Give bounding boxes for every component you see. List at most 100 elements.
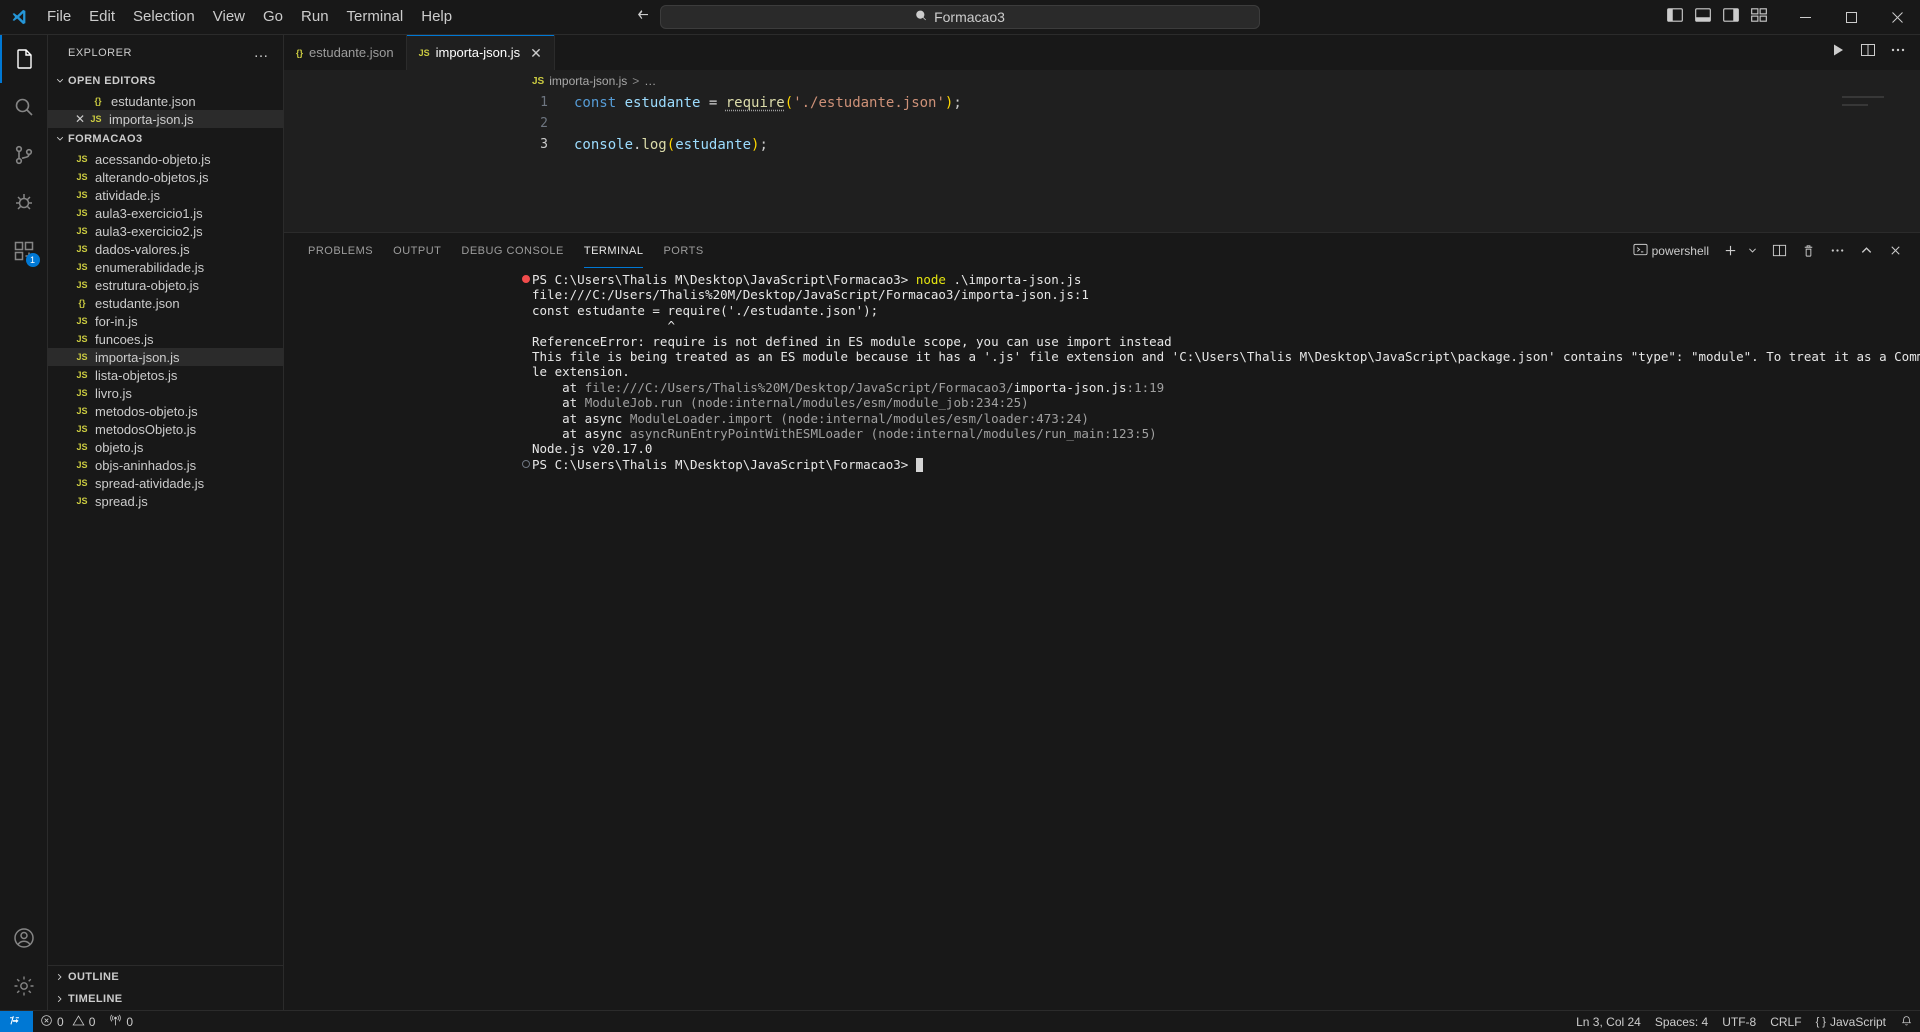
activity-item-extensions[interactable]: 1: [0, 227, 48, 275]
encoding-setting[interactable]: UTF-8: [1715, 1011, 1763, 1032]
navigate-back-icon[interactable]: [635, 7, 651, 28]
menu-run[interactable]: Run: [292, 4, 338, 30]
menu-go[interactable]: Go: [254, 4, 292, 30]
menu-edit[interactable]: Edit: [80, 4, 124, 30]
window-minimize-button[interactable]: [1782, 0, 1828, 35]
file-tree-item[interactable]: JS aula3-exercicio2.js: [48, 222, 283, 240]
problems-indicator[interactable]: 0 0: [33, 1011, 102, 1032]
activity-item-accounts[interactable]: [0, 914, 48, 962]
activity-item-run-and-debug[interactable]: [0, 179, 48, 227]
file-tree-item[interactable]: JS for-in.js: [48, 312, 283, 330]
sidebar-more-actions-icon[interactable]: …: [248, 44, 276, 61]
menu-file[interactable]: File: [38, 4, 80, 30]
terminal-shell-indicator[interactable]: powershell: [1628, 239, 1714, 263]
folder-label: FORMACAO3: [68, 133, 143, 145]
file-tree-item[interactable]: JS spread.js: [48, 492, 283, 510]
run-icon[interactable]: [1830, 42, 1846, 63]
section-timeline[interactable]: TIMELINE: [48, 988, 283, 1010]
code-line[interactable]: 1 const estudante = require('./estudante.…: [284, 92, 1920, 113]
ports-indicator[interactable]: 0: [102, 1011, 140, 1032]
cursor-position[interactable]: Ln 3, Col 24: [1569, 1011, 1648, 1032]
menu-help[interactable]: Help: [412, 4, 461, 30]
menu-terminal[interactable]: Terminal: [338, 4, 413, 30]
terminal-output[interactable]: PS C:\Users\Thalis M\Desktop\JavaScript\…: [284, 268, 1920, 1010]
terminal-dropdown-chevron-down-icon[interactable]: [1747, 242, 1763, 259]
panel-tab-ports[interactable]: PORTS: [653, 233, 713, 268]
language-mode[interactable]: { } JavaScript: [1809, 1011, 1893, 1032]
maximize-panel-button[interactable]: [1854, 240, 1879, 261]
terminal-line: at async asyncRunEntryPointWithESMLoader…: [284, 426, 1920, 441]
file-tree-item[interactable]: JS acessando-objeto.js: [48, 150, 283, 168]
section-folder-formacao3[interactable]: FORMACAO3: [48, 128, 283, 150]
js-file-icon: JS: [76, 208, 88, 218]
breadcrumb[interactable]: JS importa-json.js > …: [284, 70, 1920, 92]
file-tree-item[interactable]: JS aula3-exercicio1.js: [48, 204, 283, 222]
breadcrumb-file[interactable]: importa-json.js: [549, 74, 627, 88]
window-maximize-button[interactable]: [1828, 0, 1874, 35]
file-tree-item[interactable]: JS enumerabilidade.js: [48, 258, 283, 276]
code-line[interactable]: 3 console.log(estudante);: [284, 134, 1920, 155]
open-editor-importa-json-js[interactable]: ✕ JS importa-json.js: [48, 110, 283, 128]
file-tree-item[interactable]: {} estudante.json: [48, 294, 283, 312]
section-open-editors[interactable]: OPEN EDITORS: [48, 70, 283, 92]
kill-terminal-button[interactable]: [1796, 240, 1821, 261]
toggle-primary-sidebar-icon[interactable]: [1666, 6, 1684, 29]
more-actions-icon[interactable]: [1890, 42, 1906, 63]
file-tree-item[interactable]: JS objeto.js: [48, 438, 283, 456]
sidebar-bottom-sections: OUTLINE TIMELINE: [48, 965, 283, 1010]
activity-item-explorer[interactable]: [0, 35, 48, 83]
section-outline[interactable]: OUTLINE: [48, 966, 283, 988]
file-tree-item[interactable]: JS objs-aninhados.js: [48, 456, 283, 474]
panel-tab-terminal[interactable]: TERMINAL: [574, 233, 654, 268]
window-close-button[interactable]: [1874, 0, 1920, 35]
file-tree-item[interactable]: JS lista-objetos.js: [48, 366, 283, 384]
close-editor-icon[interactable]: ✕: [72, 112, 88, 126]
panel-more-actions-icon[interactable]: [1825, 240, 1850, 261]
command-center[interactable]: Formacao3: [660, 5, 1260, 29]
file-tree-item-label: aula3-exercicio2.js: [95, 223, 203, 239]
tab-importa-json-js[interactable]: JS importa-json.js ✕: [406, 35, 555, 70]
indentation-setting[interactable]: Spaces: 4: [1648, 1011, 1715, 1032]
new-terminal-button[interactable]: [1718, 240, 1743, 261]
file-tree-item[interactable]: JS atividade.js: [48, 186, 283, 204]
split-editor-icon[interactable]: [1860, 42, 1876, 63]
file-tree-item[interactable]: JS funcoes.js: [48, 330, 283, 348]
customize-layout-icon[interactable]: [1750, 6, 1768, 29]
bottom-panel: PROBLEMS OUTPUT DEBUG CONSOLE TERMINAL PORTS…: [284, 232, 1920, 1010]
toggle-secondary-sidebar-icon[interactable]: [1722, 6, 1740, 29]
file-tree-item-label: spread-atividade.js: [95, 475, 205, 491]
activity-item-settings-gear-icon[interactable]: [0, 962, 48, 1010]
minimap-line: [1842, 96, 1884, 98]
file-tree-item[interactable]: JS livro.js: [48, 384, 283, 402]
code-editor[interactable]: 1 const estudante = require('./estudante.…: [284, 92, 1920, 232]
file-tree-item[interactable]: JS alterando-objetos.js: [48, 168, 283, 186]
file-tree-item[interactable]: JS importa-json.js: [48, 348, 283, 366]
minimap[interactable]: [1842, 96, 1902, 108]
menu-view[interactable]: View: [204, 4, 254, 30]
activity-item-search[interactable]: [0, 83, 48, 131]
close-tab-icon[interactable]: ✕: [530, 46, 542, 60]
file-tree-item[interactable]: JS metodos-objeto.js: [48, 402, 283, 420]
menu-selection[interactable]: Selection: [124, 4, 204, 30]
remote-window-indicator[interactable]: [0, 1010, 33, 1032]
file-tree-item[interactable]: JS spread-atividade.js: [48, 474, 283, 492]
file-tree-item[interactable]: JS estrutura-objeto.js: [48, 276, 283, 294]
command-center-text: Formacao3: [934, 9, 1005, 25]
panel-tab-problems[interactable]: PROBLEMS: [298, 233, 383, 268]
end-of-line-setting[interactable]: CRLF: [1763, 1011, 1808, 1032]
panel-tab-debug-console[interactable]: DEBUG CONSOLE: [451, 233, 573, 268]
notifications-bell-icon[interactable]: [1893, 1011, 1920, 1032]
split-terminal-button[interactable]: [1767, 240, 1792, 261]
command-prompt-marker-icon: [522, 459, 530, 468]
terminal-line: le extension.: [284, 364, 1920, 379]
file-tree-item[interactable]: JS dados-valores.js: [48, 240, 283, 258]
breadcrumb-tail[interactable]: …: [644, 74, 656, 88]
tab-estudante-json[interactable]: {} estudante.json: [284, 35, 407, 70]
close-panel-button[interactable]: [1883, 240, 1908, 261]
code-line[interactable]: 2: [284, 113, 1920, 134]
open-editor-estudante-json[interactable]: {} estudante.json: [48, 92, 283, 110]
activity-item-source-control[interactable]: [0, 131, 48, 179]
toggle-panel-icon[interactable]: [1694, 6, 1712, 29]
file-tree-item[interactable]: JS metodosObjeto.js: [48, 420, 283, 438]
panel-tab-output[interactable]: OUTPUT: [383, 233, 451, 268]
